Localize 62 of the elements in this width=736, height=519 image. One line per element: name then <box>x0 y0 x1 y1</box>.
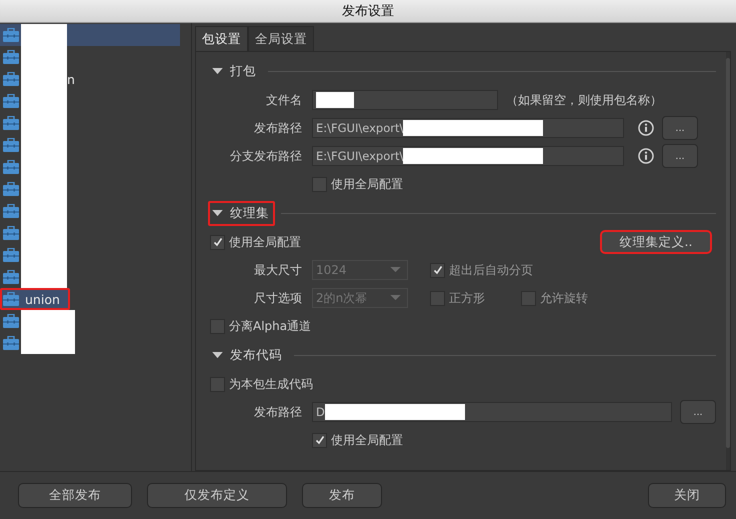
action-button[interactable]: 全部发布 <box>18 483 132 508</box>
toolbox-icon <box>3 292 19 306</box>
redaction-block <box>21 24 67 46</box>
toolbox-icon <box>3 314 19 328</box>
section-header[interactable]: 打包 <box>208 58 262 84</box>
input-field[interactable]: E:\FGUI\export\ <box>312 118 624 138</box>
toolbox-icon <box>3 336 19 350</box>
toolbox-icon <box>3 182 19 196</box>
caret-icon <box>390 295 401 301</box>
field-label: 文件名 <box>265 92 302 108</box>
checkbox[interactable]: 分离Alpha通道 <box>210 318 312 334</box>
package-item[interactable]: union <box>0 288 70 310</box>
toolbox-icon <box>3 94 19 108</box>
field-label: 最大尺寸 <box>253 262 302 278</box>
tab[interactable]: 全局设置 <box>248 26 314 51</box>
action-button[interactable]: 发布 <box>302 483 382 508</box>
caret-icon <box>212 68 223 74</box>
field-label: 发布路径 <box>253 120 302 136</box>
field-label: 发布路径 <box>253 404 302 420</box>
window-title: 发布设置 <box>342 3 394 20</box>
texture-definition-button[interactable]: 纹理集定义.. <box>600 230 712 254</box>
browse-button[interactable]: ... <box>662 116 698 140</box>
browse-button[interactable]: ... <box>662 144 698 168</box>
info-icon[interactable] <box>638 120 654 136</box>
caret-icon <box>212 352 223 358</box>
input-field[interactable] <box>312 90 498 110</box>
section-header[interactable]: 纹理集 <box>208 200 275 226</box>
check-icon <box>212 237 222 247</box>
redaction-block <box>21 332 75 354</box>
toolbox-icon <box>3 270 19 284</box>
caret-icon <box>390 267 401 273</box>
toolbox-icon <box>3 50 19 64</box>
toolbox-icon <box>3 204 19 218</box>
redaction-block <box>21 310 75 332</box>
input-field[interactable]: D <box>312 402 672 422</box>
field-label: 尺寸选项 <box>253 290 302 306</box>
info-icon[interactable] <box>638 148 654 164</box>
check-icon <box>432 265 442 275</box>
package-item[interactable]: n <box>0 68 180 90</box>
tab[interactable]: 包设置 <box>195 26 248 51</box>
caret-icon <box>212 210 223 216</box>
browse-button[interactable]: ... <box>680 400 716 424</box>
toolbox-icon <box>3 138 19 152</box>
checkbox[interactable]: 使用全局配置 <box>312 432 403 448</box>
hint-text: （如果留空，则使用包名称） <box>506 92 662 108</box>
field-label: 分支发布路径 <box>229 148 302 164</box>
checkbox[interactable]: 使用全局配置 <box>312 176 403 192</box>
input-field[interactable]: E:\FGUI\export\ <box>312 146 624 166</box>
toolbox-icon <box>3 72 19 86</box>
package-item[interactable] <box>0 24 180 46</box>
close-button[interactable]: 关闭 <box>648 483 726 508</box>
toolbox-icon <box>3 160 19 174</box>
action-button[interactable]: 仅发布定义 <box>147 483 287 508</box>
checkbox[interactable]: 为本包生成代码 <box>210 376 313 392</box>
toolbox-icon <box>3 226 19 240</box>
toolbox-icon <box>3 116 19 130</box>
section-header[interactable]: 发布代码 <box>208 342 288 368</box>
check-icon <box>314 435 324 445</box>
redaction-block <box>21 266 67 288</box>
checkbox[interactable]: 使用全局配置 <box>210 234 301 250</box>
toolbox-icon <box>3 28 19 42</box>
toolbox-icon <box>3 248 19 262</box>
